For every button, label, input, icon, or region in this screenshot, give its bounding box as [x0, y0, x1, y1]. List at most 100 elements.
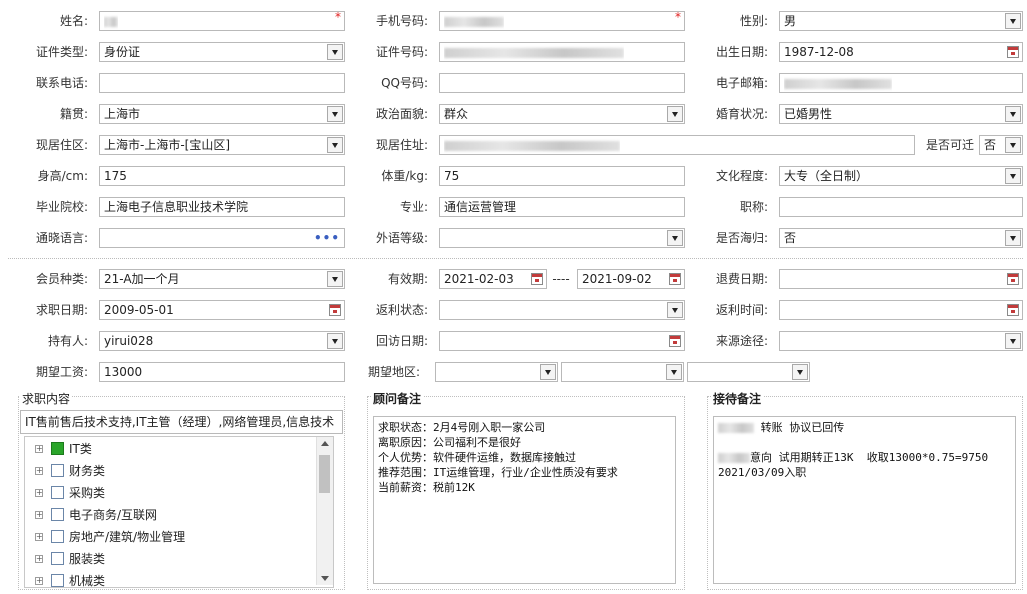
chevron-down-icon[interactable]: [666, 364, 682, 380]
chevron-down-icon[interactable]: [667, 302, 683, 318]
contact-phone-input[interactable]: [99, 73, 345, 93]
id-type-label: 证件类型:: [35, 45, 88, 59]
chevron-down-icon[interactable]: [327, 137, 343, 153]
calendar-icon[interactable]: [669, 273, 681, 285]
email-input[interactable]: [779, 73, 1023, 93]
calendar-icon[interactable]: [669, 335, 681, 347]
expected-area-city-select[interactable]: [561, 362, 684, 382]
tree-item-label: 房地产/建筑/物业管理: [69, 530, 186, 544]
source-select[interactable]: [779, 331, 1023, 351]
overseas-select[interactable]: 否: [779, 228, 1023, 248]
height-input[interactable]: 175: [99, 166, 345, 186]
chevron-down-icon[interactable]: [792, 364, 808, 380]
scrollbar[interactable]: [316, 437, 333, 585]
expected-salary-input[interactable]: 13000: [99, 362, 345, 382]
foreign-level-select[interactable]: [439, 228, 685, 248]
expected-area-district-select[interactable]: [687, 362, 810, 382]
phone-input[interactable]: *: [439, 10, 685, 31]
holder-value: yirui028: [104, 334, 154, 348]
weight-input[interactable]: 75: [439, 166, 685, 186]
job-date-input[interactable]: 2009-05-01: [99, 300, 345, 320]
chevron-down-icon[interactable]: [1005, 137, 1021, 153]
relocate-select[interactable]: 否: [979, 135, 1023, 155]
more-options-button[interactable]: •••: [314, 231, 340, 245]
expand-icon[interactable]: +: [35, 467, 43, 475]
calendar-icon[interactable]: [1007, 46, 1019, 58]
checkbox-checked[interactable]: [51, 442, 64, 455]
calendar-icon[interactable]: [1007, 304, 1019, 316]
expand-icon[interactable]: +: [35, 533, 43, 541]
expand-icon[interactable]: +: [35, 511, 43, 519]
scroll-up-icon[interactable]: [321, 441, 329, 446]
redacted-name: [718, 453, 750, 463]
reception-line-1: 转账 协议已回传: [754, 421, 845, 434]
expand-icon[interactable]: +: [35, 489, 43, 497]
residence-area-label: 现居住区:: [35, 138, 88, 152]
checkbox[interactable]: [51, 508, 64, 521]
expand-icon[interactable]: +: [35, 445, 43, 453]
language-input[interactable]: •••: [99, 228, 345, 248]
calendar-icon[interactable]: [1007, 273, 1019, 285]
valid-start-input[interactable]: 2021-02-03: [439, 269, 547, 289]
chevron-down-icon[interactable]: [667, 230, 683, 246]
school-input[interactable]: 上海电子信息职业技术学院: [99, 197, 345, 217]
expected-area-province-select[interactable]: [435, 362, 558, 382]
advisor-notes-textarea[interactable]: 求职状态：2月4号刚入职一家公司 离职原因：公司福利不是很好 个人优势：软件硬件…: [373, 416, 676, 584]
marital-label: 婚育状况:: [715, 107, 768, 121]
scroll-down-icon[interactable]: [321, 576, 329, 581]
chevron-down-icon[interactable]: [1005, 230, 1021, 246]
checkbox[interactable]: [51, 464, 64, 477]
chevron-down-icon[interactable]: [327, 333, 343, 349]
address-input[interactable]: [439, 135, 915, 155]
tree-item-label: 财务类: [69, 464, 106, 478]
valid-end-input[interactable]: 2021-09-02: [577, 269, 685, 289]
expand-icon[interactable]: +: [35, 555, 43, 563]
calendar-icon[interactable]: [531, 273, 543, 285]
relocate-value: 否: [984, 138, 997, 152]
native-place-select[interactable]: 上海市: [99, 104, 345, 124]
job-content-summary[interactable]: IT售前售后技术支持,IT主管（经理）,网络管理员,信息技术: [20, 410, 343, 434]
politics-label: 政治面貌:: [375, 107, 428, 121]
gender-select[interactable]: 男: [779, 11, 1023, 31]
checkbox[interactable]: [51, 530, 64, 543]
education-select[interactable]: 大专（全日制）: [779, 166, 1023, 186]
residence-area-select[interactable]: 上海市-上海市-[宝山区]: [99, 135, 345, 155]
visit-date-input[interactable]: [439, 331, 685, 351]
chevron-down-icon[interactable]: [327, 271, 343, 287]
title-input[interactable]: [779, 197, 1023, 217]
member-type-select[interactable]: 21-A加一个月: [99, 269, 345, 289]
job-category-tree[interactable]: + IT类 + 财务类 + 采购类 + 电子商务/互联网 + 房地产/建筑/物业…: [24, 436, 334, 588]
chevron-down-icon[interactable]: [1005, 168, 1021, 184]
id-number-input[interactable]: [439, 42, 685, 62]
chevron-down-icon[interactable]: [327, 44, 343, 60]
chevron-down-icon[interactable]: [1005, 13, 1021, 29]
reception-notes-textarea[interactable]: 转账 协议已回传 意向 试用期转正13K 收取13000*0.75=9750 2…: [713, 416, 1016, 584]
member-type-label: 会员种类:: [35, 272, 88, 286]
name-input[interactable]: *: [99, 10, 345, 31]
id-type-select[interactable]: 身份证: [99, 42, 345, 62]
rebate-time-input[interactable]: [779, 300, 1023, 320]
refund-date-input[interactable]: [779, 269, 1023, 289]
qq-input[interactable]: [439, 73, 685, 93]
chevron-down-icon[interactable]: [667, 106, 683, 122]
marital-select[interactable]: 已婚男性: [779, 104, 1023, 124]
member-type-value: 21-A加一个月: [104, 272, 180, 286]
chevron-down-icon[interactable]: [1005, 106, 1021, 122]
chevron-down-icon[interactable]: [327, 106, 343, 122]
expand-icon[interactable]: +: [35, 577, 43, 585]
major-label: 专业:: [399, 200, 428, 214]
calendar-icon[interactable]: [329, 304, 341, 316]
rebate-status-select[interactable]: [439, 300, 685, 320]
checkbox[interactable]: [51, 486, 64, 499]
chevron-down-icon[interactable]: [540, 364, 556, 380]
scrollbar-thumb[interactable]: [319, 455, 330, 493]
politics-select[interactable]: 群众: [439, 104, 685, 124]
birth-date-input[interactable]: 1987-12-08: [779, 42, 1023, 62]
language-label: 通晓语言:: [35, 231, 88, 245]
holder-select[interactable]: yirui028: [99, 331, 345, 351]
checkbox[interactable]: [51, 552, 64, 565]
major-input[interactable]: 通信运营管理: [439, 197, 685, 217]
checkbox[interactable]: [51, 574, 64, 587]
chevron-down-icon[interactable]: [1005, 333, 1021, 349]
required-mark: *: [675, 10, 681, 24]
